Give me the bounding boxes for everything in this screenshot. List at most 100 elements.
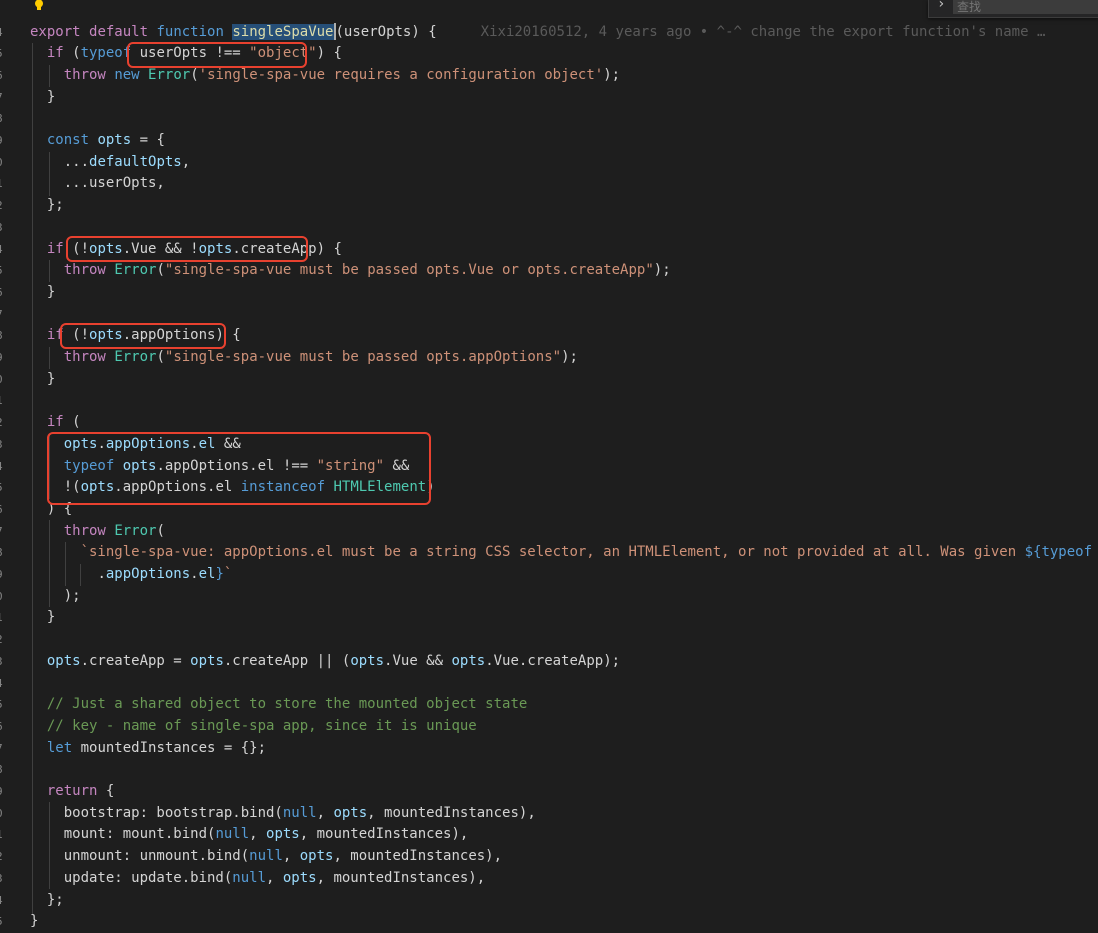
code-token: ( xyxy=(190,66,199,83)
code-line[interactable]: 9 .appOptions.el}` xyxy=(0,564,1098,586)
line-code: if ( xyxy=(30,412,81,434)
code-line[interactable]: 5 // Just a shared object to store the m… xyxy=(0,694,1098,716)
line-code: throw Error("single-spa-vue must be pass… xyxy=(30,347,578,369)
chevron-right-icon[interactable]: › xyxy=(937,0,945,12)
code-line[interactable]: 7 throw Error( xyxy=(0,521,1098,543)
code-token: Error xyxy=(114,349,157,365)
line-number: 9 xyxy=(0,130,8,152)
code-token: null xyxy=(249,848,283,865)
line-number: 8 xyxy=(0,542,8,564)
indent-guide xyxy=(49,802,50,889)
line-number: 6 xyxy=(0,499,8,521)
code-token: if xyxy=(46,45,64,62)
line-number: 2 xyxy=(0,846,8,868)
code-token: mount: mount.bind( xyxy=(30,826,216,843)
code-line[interactable]: 0 ); xyxy=(0,586,1098,608)
line-number: 8 xyxy=(0,759,8,781)
code-line[interactable]: 6 throw new Error('single-spa-vue requir… xyxy=(0,65,1098,87)
line-number: 0 xyxy=(0,369,8,391)
code-line[interactable]: 1 mount: mount.bind(null, opts, mountedI… xyxy=(0,824,1098,846)
code-token: null xyxy=(215,826,250,843)
annotation-box-appOptions-check xyxy=(60,323,226,349)
code-token: ); xyxy=(653,262,671,279)
code-token: throw xyxy=(63,262,106,279)
code-token: ( xyxy=(63,414,81,431)
code-token: bootstrap: bootstrap.bind( xyxy=(30,804,283,821)
line-number: 1 xyxy=(0,607,8,629)
code-token: , mountedInstances), xyxy=(333,848,503,865)
line-code: throw Error("single-spa-vue must be pass… xyxy=(30,260,671,282)
code-line[interactable]: 0 bootstrap: bootstrap.bind(null, opts, … xyxy=(0,803,1098,825)
line-code: update: update.bind(null, opts, mountedI… xyxy=(30,868,485,890)
annotation-box-userOpts-check xyxy=(127,42,307,68)
indent-guide xyxy=(49,520,50,607)
code-line[interactable]: 5 throw Error("single-spa-vue must be pa… xyxy=(0,260,1098,282)
code-line[interactable]: 2 if ( xyxy=(0,412,1098,434)
line-code: // key - name of single-spa app, since i… xyxy=(30,716,477,738)
code-token: opts xyxy=(299,848,334,865)
find-input[interactable] xyxy=(953,0,1098,14)
code-token: . xyxy=(97,566,106,582)
code-line[interactable]: 4 export default function singleSpaVue(us… xyxy=(0,22,1098,44)
code-token: } xyxy=(215,566,224,582)
line-code: mount: mount.bind(null, opts, mountedIns… xyxy=(30,824,469,846)
code-line[interactable]: 8 `single-spa-vue: appOptions.el must be… xyxy=(0,542,1098,564)
code-line[interactable]: 8 xyxy=(0,759,1098,781)
code-line[interactable]: 8 xyxy=(0,108,1098,130)
code-line[interactable]: 4 }; xyxy=(0,890,1098,912)
code-token: } xyxy=(30,370,56,387)
code-line[interactable]: 4 xyxy=(0,673,1098,695)
code-line[interactable]: 9 throw Error("single-spa-vue must be pa… xyxy=(0,347,1098,369)
line-number: 3 xyxy=(0,651,8,673)
code-line[interactable]: 5} xyxy=(0,911,1098,933)
code-line[interactable]: 2 xyxy=(0,629,1098,651)
line-number: 0 xyxy=(0,152,8,174)
code-line[interactable]: 0 } xyxy=(0,369,1098,391)
code-token: opts xyxy=(190,652,224,669)
code-token: , xyxy=(181,153,191,170)
find-widget: › xyxy=(928,0,1098,18)
code-line[interactable]: 2 }; xyxy=(0,195,1098,217)
code-line[interactable]: 6 // key - name of single-spa app, since… xyxy=(0,716,1098,738)
line-number: 5 xyxy=(0,43,8,65)
code-line[interactable]: 6 } xyxy=(0,282,1098,304)
code-token: { xyxy=(97,783,115,799)
code-token: ... xyxy=(30,153,90,170)
indent-guide xyxy=(49,260,50,282)
code-token: , xyxy=(266,869,283,886)
line-code: } xyxy=(30,911,38,933)
code-line[interactable]: 2 unmount: unmount.bind(null, opts, moun… xyxy=(0,846,1098,868)
lightbulb-icon[interactable] xyxy=(34,0,44,11)
line-number: 3 xyxy=(0,434,8,456)
line-number: 6 xyxy=(0,716,8,738)
code-editor[interactable]: 4 export default function singleSpaVue(us… xyxy=(0,0,1098,929)
code-line[interactable]: 7 let mountedInstances = {}; xyxy=(0,738,1098,760)
code-line[interactable]: 3 update: update.bind(null, opts, mounte… xyxy=(0,868,1098,890)
code-token: mountedInstances = {}; xyxy=(72,739,267,756)
code-line[interactable]: 9 const opts = { xyxy=(0,130,1098,152)
code-line[interactable]: 1 } xyxy=(0,607,1098,629)
code-line[interactable]: 3 opts.createApp = opts.createApp || (op… xyxy=(0,651,1098,673)
code-token: 'single-spa-vue requires a configuration… xyxy=(198,66,604,83)
code-line[interactable]: 1 ...userOpts, xyxy=(0,173,1098,195)
code-line[interactable]: 1 xyxy=(0,390,1098,412)
indent-guide xyxy=(32,43,33,914)
line-number: 7 xyxy=(0,87,8,109)
code-token: typeof xyxy=(80,45,132,62)
code-token: .createApp || ( xyxy=(223,652,351,669)
line-number: 1 xyxy=(0,390,8,412)
code-line[interactable]: 0 ...defaultOpts, xyxy=(0,152,1098,174)
code-token: . xyxy=(190,566,199,582)
line-number: 5 xyxy=(0,911,8,933)
line-number: 3 xyxy=(0,868,8,890)
line-code: } xyxy=(30,282,55,304)
code-token: , xyxy=(316,804,334,821)
code-line[interactable]: 9 return { xyxy=(0,781,1098,803)
code-line[interactable]: 7 } xyxy=(0,87,1098,109)
line-number: 7 xyxy=(0,304,8,326)
code-token: opts xyxy=(97,132,132,148)
line-number: 4 xyxy=(0,22,8,44)
code-token: , mountedInstances), xyxy=(367,804,536,821)
